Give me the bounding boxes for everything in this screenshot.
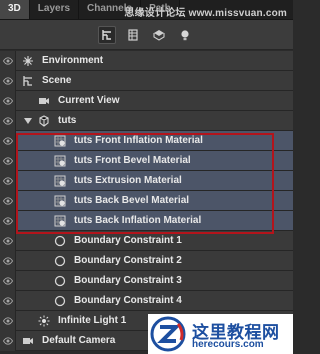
scene-icon	[22, 75, 34, 87]
tree-row[interactable]: Boundary Constraint 4	[0, 291, 293, 311]
tree-row-label: Boundary Constraint 2	[74, 255, 182, 266]
tree-row-label: Boundary Constraint 1	[74, 235, 182, 246]
expand-triangle-icon[interactable]	[24, 118, 32, 124]
material-icon	[54, 215, 66, 227]
visibility-eye-icon[interactable]	[0, 251, 16, 271]
visibility-eye-icon[interactable]	[0, 331, 16, 351]
tree-row[interactable]: Environment	[0, 51, 293, 71]
light-icon	[38, 315, 50, 327]
constraint-icon	[54, 275, 66, 287]
materials-icon[interactable]	[150, 26, 168, 44]
tree-row[interactable]: tuts Extrusion Material	[0, 171, 293, 191]
tree-row[interactable]: Boundary Constraint 2	[0, 251, 293, 271]
whole-scene-icon[interactable]	[98, 26, 116, 44]
site-logo: 这里教程网 herecours.com	[148, 314, 293, 354]
tree-row[interactable]: Current View	[0, 91, 293, 111]
constraint-icon	[54, 235, 66, 247]
constraint-icon	[54, 255, 66, 267]
lights-icon[interactable]	[176, 26, 194, 44]
tree-row-label: Scene	[42, 75, 72, 86]
tree-row-label: Boundary Constraint 4	[74, 295, 182, 306]
visibility-eye-icon[interactable]	[0, 231, 16, 251]
tree-row-label: tuts	[58, 115, 77, 126]
tree-row[interactable]: Boundary Constraint 3	[0, 271, 293, 291]
material-icon	[54, 135, 66, 147]
camera-icon	[22, 335, 34, 347]
tree-row[interactable]: tuts Front Inflation Material	[0, 131, 293, 151]
tree-row-label: tuts Back Inflation Material	[74, 215, 202, 226]
tree-row[interactable]: Boundary Constraint 1	[0, 231, 293, 251]
visibility-eye-icon[interactable]	[0, 111, 16, 131]
tree-row[interactable]: Scene	[0, 71, 293, 91]
tree-row-label: Default Camera	[42, 335, 116, 346]
tree-row-label: tuts Front Inflation Material	[74, 135, 203, 146]
visibility-eye-icon[interactable]	[0, 271, 16, 291]
visibility-eye-icon[interactable]	[0, 151, 16, 171]
logo-mark-icon	[150, 316, 186, 352]
tree-row-label: Boundary Constraint 3	[74, 275, 182, 286]
scene-tree: Environment Scene Current View tuts tuts Fro…	[0, 51, 293, 351]
mesh-icon	[38, 115, 50, 127]
material-icon	[54, 155, 66, 167]
tree-row[interactable]: tuts Back Bevel Material	[0, 191, 293, 211]
logo-url: herecours.com	[192, 339, 264, 350]
visibility-eye-icon[interactable]	[0, 311, 16, 331]
constraint-icon	[54, 295, 66, 307]
tree-row-label: tuts Front Bevel Material	[74, 155, 191, 166]
tab-3d[interactable]: 3D	[0, 0, 30, 19]
tree-row[interactable]: tuts Back Inflation Material	[0, 211, 293, 231]
visibility-eye-icon[interactable]	[0, 131, 16, 151]
visibility-eye-icon[interactable]	[0, 211, 16, 231]
environment-icon	[22, 55, 34, 67]
tree-row[interactable]: tuts	[0, 111, 293, 131]
visibility-eye-icon[interactable]	[0, 171, 16, 191]
visibility-eye-icon[interactable]	[0, 291, 16, 311]
tree-row[interactable]: tuts Front Bevel Material	[0, 151, 293, 171]
visibility-eye-icon[interactable]	[0, 71, 16, 91]
camera-icon	[38, 95, 50, 107]
watermark-text: 思缘设计论坛 www.missvuan.com	[124, 8, 287, 19]
meshes-icon[interactable]	[124, 26, 142, 44]
tree-row-label: tuts Extrusion Material	[74, 175, 182, 186]
material-icon	[54, 195, 66, 207]
tree-row-label: Environment	[42, 55, 104, 66]
visibility-eye-icon[interactable]	[0, 191, 16, 211]
tree-row-label: tuts Back Bevel Material	[74, 195, 190, 206]
visibility-eye-icon[interactable]	[0, 91, 16, 111]
material-icon	[54, 175, 66, 187]
filter-toolbar	[0, 20, 293, 50]
visibility-eye-icon[interactable]	[0, 51, 16, 71]
tab-layers[interactable]: Layers	[30, 0, 80, 19]
tree-row-label: Infinite Light 1	[58, 315, 127, 326]
tree-row-label: Current View	[58, 95, 120, 106]
